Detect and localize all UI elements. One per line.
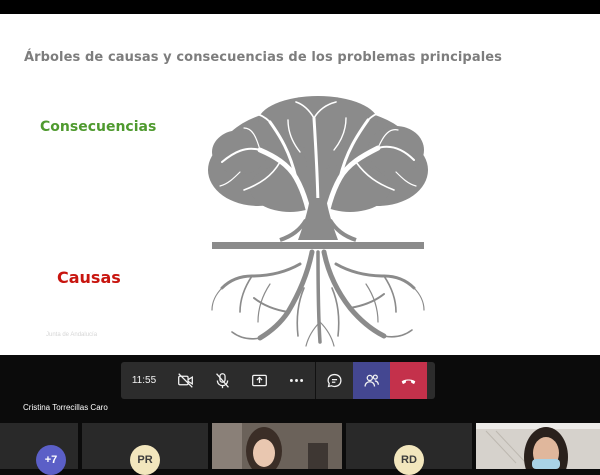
call-timer: 11:55 <box>131 375 157 386</box>
mic-off-icon <box>216 373 229 389</box>
participant-gallery: +7 PR RD <box>0 423 600 475</box>
top-bar <box>0 0 600 14</box>
consequences-label: Consecuencias <box>40 119 157 135</box>
slide-title: Árboles de causas y consecuencias de los… <box>23 50 503 65</box>
participant-tile-overflow[interactable]: +7 <box>0 423 78 475</box>
camera-toggle-button[interactable] <box>167 362 204 399</box>
shared-slide: Árboles de causas y consecuencias de los… <box>0 14 600 355</box>
participant-tile-pr[interactable]: PR <box>82 423 208 475</box>
chat-button[interactable] <box>316 362 353 399</box>
participant-video <box>212 423 342 469</box>
share-screen-icon <box>252 374 267 387</box>
hang-up-icon <box>401 379 416 384</box>
meeting-toolbar: 11:55 <box>121 362 435 399</box>
slide-credit: Junta de Andalucía <box>46 332 98 338</box>
participant-tile-rd[interactable]: RD <box>346 423 472 475</box>
causes-label: Causas <box>57 268 121 287</box>
participant-video <box>476 423 600 469</box>
avatar: RD <box>394 445 424 475</box>
camera-off-icon <box>178 373 193 388</box>
more-participants-badge[interactable]: +7 <box>36 445 66 475</box>
tree-roots <box>211 249 425 347</box>
participant-video-tile[interactable] <box>212 423 342 469</box>
tree-illustration <box>208 96 428 347</box>
share-screen-button[interactable] <box>241 362 278 399</box>
presenter-name: Cristina Torrecillas Caro <box>23 403 108 412</box>
hang-up-button[interactable] <box>390 362 427 399</box>
mic-toggle-button[interactable] <box>204 362 241 399</box>
participants-icon <box>364 374 379 387</box>
participant-video-tile[interactable] <box>476 423 600 469</box>
more-options-icon <box>289 379 304 382</box>
avatar: PR <box>130 445 160 475</box>
participants-button[interactable] <box>353 362 390 399</box>
chat-icon <box>327 373 342 388</box>
more-options-button[interactable] <box>278 362 315 399</box>
ground-line <box>212 242 424 249</box>
